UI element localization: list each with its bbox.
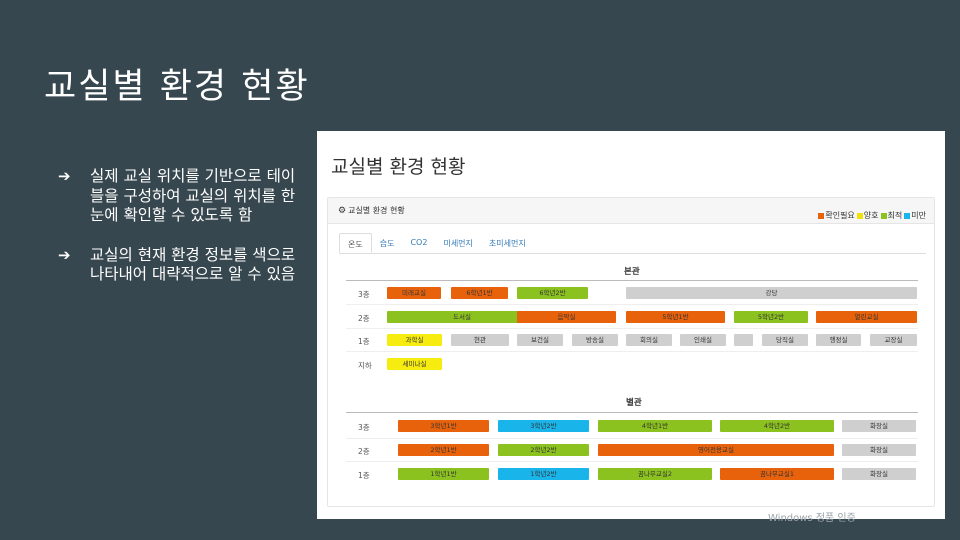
room-cell[interactable]: 2학년1반: [398, 444, 489, 456]
legend-item: 미만: [904, 210, 926, 221]
room-cell[interactable]: 강당: [626, 287, 917, 299]
floor-label: 2층: [358, 314, 370, 323]
row-separator: [346, 351, 918, 352]
room-cell[interactable]: 3학년1반: [398, 420, 489, 432]
panel-header: ⚙ 교실별 환경 현황 확인필요 양호 최적 미만: [328, 198, 934, 224]
room-cell[interactable]: 교장실: [870, 334, 917, 346]
room-cell[interactable]: 도서실: [387, 311, 537, 323]
room-cell[interactable]: 화장실: [842, 444, 916, 456]
floor-label: 1층: [358, 471, 370, 480]
legend-swatch: [818, 212, 825, 219]
room-cell[interactable]: 4학년2반: [720, 420, 834, 432]
room-cell[interactable]: 5학년2반: [734, 311, 808, 323]
room-cell[interactable]: 보건실: [517, 334, 563, 346]
room-cell[interactable]: 행정실: [816, 334, 861, 346]
legend-label: 양호: [863, 211, 879, 220]
main_building-title: 본관: [624, 267, 640, 277]
room-cell[interactable]: 화장실: [842, 468, 916, 480]
tab-4[interactable]: 초미세먼지: [481, 233, 534, 253]
bullet-text: 실제 교실 위치를 기반으로 테이블을 구성하여 교실의 위치를 한눈에 확인할…: [90, 167, 296, 224]
room-cell[interactable]: 꿈나무교실2: [598, 468, 712, 480]
room-cell[interactable]: 6학년1반: [451, 287, 508, 299]
row-separator: [346, 438, 918, 439]
floor-label: 3층: [358, 423, 370, 432]
main_building-divider: [346, 280, 918, 281]
floor-label: 지하: [358, 361, 372, 370]
room-cell[interactable]: 영어전용교실: [598, 444, 834, 456]
embedded-screenshot: 교실별 환경 현황 ⚙ 교실별 환경 현황 확인필요 양호 최적 미만 온도 습도 CO2…: [317, 131, 945, 519]
arrow-icon: ➔: [58, 245, 71, 264]
room-cell[interactable]: 음악실: [517, 311, 616, 323]
environment-panel: ⚙ 교실별 환경 현황 확인필요 양호 최적 미만 온도 습도 CO2 미세먼지 초미세먼지 …: [327, 197, 935, 507]
panel-title: ⚙ 교실별 환경 현황: [338, 205, 405, 216]
cog-icon: ⚙: [338, 205, 347, 216]
room-cell[interactable]: 3학년2반: [498, 420, 589, 432]
room-cell[interactable]: 미래교실: [387, 287, 441, 299]
room-cell[interactable]: 당직실: [762, 334, 808, 346]
watermark: Windows 정품 인증: [768, 513, 856, 524]
room-cell[interactable]: [734, 334, 753, 346]
annex_building-divider: [346, 412, 918, 413]
legend-swatch: [904, 212, 911, 219]
room-cell[interactable]: 5학년1반: [626, 311, 725, 323]
metric-tabs: 온도 습도 CO2 미세먼지 초미세먼지: [339, 233, 534, 253]
floor-label: 3층: [358, 290, 370, 299]
row-separator: [346, 328, 918, 329]
legend-swatch: [880, 212, 887, 219]
room-cell[interactable]: 화장실: [842, 420, 916, 432]
room-cell[interactable]: 현관: [451, 334, 509, 346]
room-cell[interactable]: 열린교실: [816, 311, 917, 323]
bullet-item: ➔ 실제 교실 위치를 기반으로 테이블을 구성하여 교실의 위치를 한눈에 확…: [58, 167, 303, 226]
bullet-item: ➔ 교실의 현재 환경 정보를 색으로 나타내어 대략적으로 알 수 있음: [58, 246, 303, 285]
tab-divider: [339, 253, 926, 254]
legend-swatch: [856, 212, 863, 219]
bullet-text: 교실의 현재 환경 정보를 색으로 나타내어 대략적으로 알 수 있음: [90, 245, 296, 284]
legend-item: 양호: [856, 210, 879, 221]
room-cell[interactable]: 2학년2반: [498, 444, 589, 456]
row-separator: [346, 461, 918, 462]
room-cell[interactable]: 1학년1반: [398, 468, 489, 480]
legend-label: 최적: [887, 211, 903, 220]
room-cell[interactable]: 세미나실: [387, 358, 442, 370]
legend-label: 미만: [911, 211, 926, 220]
room-cell[interactable]: 꿈나무교실1: [720, 468, 834, 480]
legend-item: 최적: [880, 210, 903, 221]
slide-title: 교실별 환경 현황: [44, 67, 310, 107]
arrow-icon: ➔: [58, 167, 71, 185]
bullet-list: ➔ 실제 교실 위치를 기반으로 테이블을 구성하여 교실의 위치를 한눈에 확…: [58, 167, 303, 305]
legend-item: 확인필요: [818, 210, 855, 221]
room-cell[interactable]: 과학실: [387, 334, 442, 346]
room-cell[interactable]: 인쇄실: [680, 334, 726, 346]
annex_building-title: 별관: [626, 398, 642, 408]
status-legend: 확인필요 양호 최적 미만: [818, 210, 926, 221]
panel-title-text: 교실별 환경 현황: [348, 206, 405, 215]
legend-label: 확인필요: [825, 211, 855, 220]
floor-label: 2층: [358, 447, 370, 456]
room-cell[interactable]: 1학년2반: [498, 468, 589, 480]
room-cell[interactable]: 방송실: [572, 334, 618, 346]
room-cell[interactable]: 6학년2반: [517, 287, 588, 299]
row-separator: [346, 304, 918, 305]
room-cell[interactable]: 4학년1반: [598, 420, 712, 432]
tab-0[interactable]: 온도: [339, 233, 372, 253]
tab-3[interactable]: 미세먼지: [435, 233, 480, 253]
tab-2[interactable]: CO2: [402, 233, 435, 253]
floor-label: 1층: [358, 337, 370, 346]
screenshot-title: 교실별 환경 현황: [331, 156, 466, 178]
tab-1[interactable]: 습도: [372, 233, 403, 253]
room-cell[interactable]: 회의실: [626, 334, 672, 346]
